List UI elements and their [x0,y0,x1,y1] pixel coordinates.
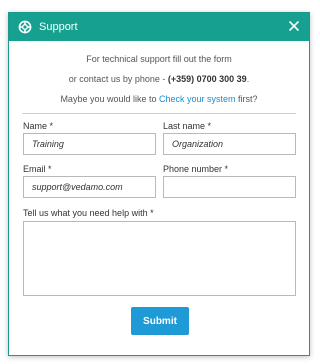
dialog-title: Support [39,21,78,33]
intro-line-1: For technical support fill out the form [86,54,232,64]
support-dialog: Support For technical support fill out t… [8,12,310,356]
last-name-input[interactable] [163,133,296,155]
last-name-label: Last name * [163,121,212,131]
submit-button[interactable]: Submit [131,307,189,335]
phone-number-label: Phone number * [163,164,229,174]
intro-line-3: Maybe you would like to Check your syste… [9,89,309,109]
intro-line-2: or contact us by phone - (+359) 0700 300… [9,69,309,89]
check-system-link[interactable]: Check your system [159,94,236,104]
intro-divider [22,113,296,114]
email-input[interactable] [23,176,156,198]
intro-link-suffix: first? [235,94,258,104]
support-phone-number: (+359) 0700 300 39 [167,74,247,84]
name-label: Name * [23,121,54,131]
email-label: Email * [23,164,52,174]
intro-phone-prefix: or contact us by phone - [68,74,168,84]
name-input[interactable] [23,133,156,155]
message-textarea[interactable] [23,221,296,296]
dialog-titlebar: Support [9,13,309,41]
support-intro: For technical support fill out the form … [9,49,309,109]
close-icon[interactable] [287,19,301,33]
message-label: Tell us what you need help with * [23,208,154,218]
intro-phone-suffix: . [246,74,250,84]
intro-link-prefix: Maybe you would like to [60,94,159,104]
phone-number-input[interactable] [163,176,296,198]
lifebuoy-icon [18,20,32,34]
